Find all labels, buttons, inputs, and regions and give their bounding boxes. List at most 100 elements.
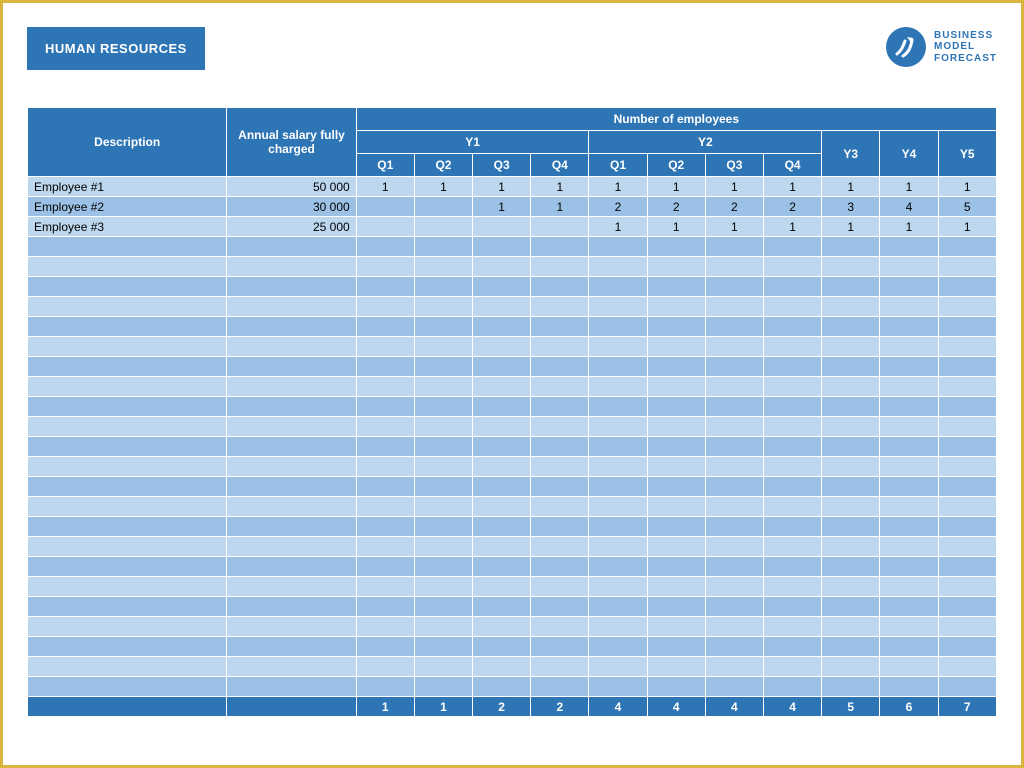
cell-empty — [473, 477, 531, 497]
cell-value: 1 — [705, 177, 763, 197]
cell-value: 2 — [589, 197, 647, 217]
table-row — [28, 397, 997, 417]
cell-empty — [880, 397, 938, 417]
cell-value: 1 — [531, 177, 589, 197]
cell-empty — [414, 637, 472, 657]
cell-empty — [414, 277, 472, 297]
cell-empty — [880, 437, 938, 457]
table-row: Employee #230 000112222345 — [28, 197, 997, 217]
cell-empty — [647, 657, 705, 677]
cell-value — [473, 217, 531, 237]
cell-empty — [473, 257, 531, 277]
cell-empty — [938, 317, 996, 337]
cell-empty — [647, 597, 705, 617]
cell-value: 1 — [880, 217, 938, 237]
cell-empty — [880, 637, 938, 657]
cell-value: 1 — [473, 177, 531, 197]
table-row — [28, 337, 997, 357]
cell-empty — [28, 497, 227, 517]
cell-salary: 25 000 — [227, 217, 356, 237]
col-salary: Annual salary fully charged — [227, 108, 356, 177]
cell-empty — [414, 337, 472, 357]
cell-empty — [822, 417, 880, 437]
cell-empty — [356, 257, 414, 277]
cell-empty — [822, 257, 880, 277]
cell-empty — [531, 637, 589, 657]
cell-empty — [822, 617, 880, 637]
cell-empty — [705, 517, 763, 537]
cell-empty — [227, 337, 356, 357]
cell-empty — [473, 537, 531, 557]
cell-empty — [589, 397, 647, 417]
cell-empty — [938, 617, 996, 637]
cell-empty — [938, 417, 996, 437]
cell-empty — [647, 417, 705, 437]
cell-empty — [705, 257, 763, 277]
cell-empty — [28, 297, 227, 317]
cell-empty — [414, 297, 472, 317]
table-row — [28, 297, 997, 317]
page-title-box: HUMAN RESOURCES — [27, 27, 205, 70]
cell-empty — [356, 617, 414, 637]
cell-empty — [473, 397, 531, 417]
table-row — [28, 597, 997, 617]
cell-empty — [473, 277, 531, 297]
cell-empty — [705, 657, 763, 677]
table-row — [28, 537, 997, 557]
cell-empty — [763, 477, 821, 497]
cell-empty — [227, 377, 356, 397]
cell-empty — [227, 517, 356, 537]
cell-empty — [28, 617, 227, 637]
cell-empty — [589, 477, 647, 497]
col-y2-q1: Q1 — [589, 154, 647, 177]
cell-empty — [473, 637, 531, 657]
cell-empty — [531, 537, 589, 557]
cell-salary: 30 000 — [227, 197, 356, 217]
cell-empty — [414, 677, 472, 697]
cell-empty — [531, 297, 589, 317]
cell-value: 1 — [763, 177, 821, 197]
cell-empty — [356, 577, 414, 597]
col-y1-q2: Q2 — [414, 154, 472, 177]
cell-empty — [589, 297, 647, 317]
cell-empty — [356, 597, 414, 617]
cell-empty — [822, 577, 880, 597]
cell-empty — [822, 397, 880, 417]
cell-value — [356, 197, 414, 217]
cell-empty — [822, 377, 880, 397]
cell-empty — [647, 517, 705, 537]
cell-empty — [589, 677, 647, 697]
cell-empty — [356, 317, 414, 337]
cell-empty — [938, 437, 996, 457]
cell-empty — [531, 457, 589, 477]
cell-empty — [822, 277, 880, 297]
cell-empty — [531, 617, 589, 637]
cell-empty — [473, 657, 531, 677]
cell-empty — [28, 477, 227, 497]
cell-empty — [356, 537, 414, 557]
cell-empty — [705, 637, 763, 657]
cell-empty — [414, 617, 472, 637]
cell-empty — [589, 497, 647, 517]
cell-empty — [822, 237, 880, 257]
cell-empty — [880, 457, 938, 477]
cell-empty — [414, 397, 472, 417]
cell-value: 5 — [938, 197, 996, 217]
cell-empty — [356, 277, 414, 297]
col-y2-q2: Q2 — [647, 154, 705, 177]
table-row — [28, 377, 997, 397]
cell-empty — [227, 497, 356, 517]
cell-empty — [473, 577, 531, 597]
cell-empty — [28, 277, 227, 297]
cell-empty — [880, 317, 938, 337]
cell-empty — [763, 417, 821, 437]
cell-empty — [647, 557, 705, 577]
cell-value: 1 — [822, 217, 880, 237]
cell-empty — [531, 477, 589, 497]
cell-empty — [763, 557, 821, 577]
totals-row: 11 22 44 44 56 7 — [28, 697, 997, 717]
cell-empty — [227, 317, 356, 337]
cell-value: 1 — [938, 217, 996, 237]
cell-empty — [414, 597, 472, 617]
cell-empty — [763, 577, 821, 597]
